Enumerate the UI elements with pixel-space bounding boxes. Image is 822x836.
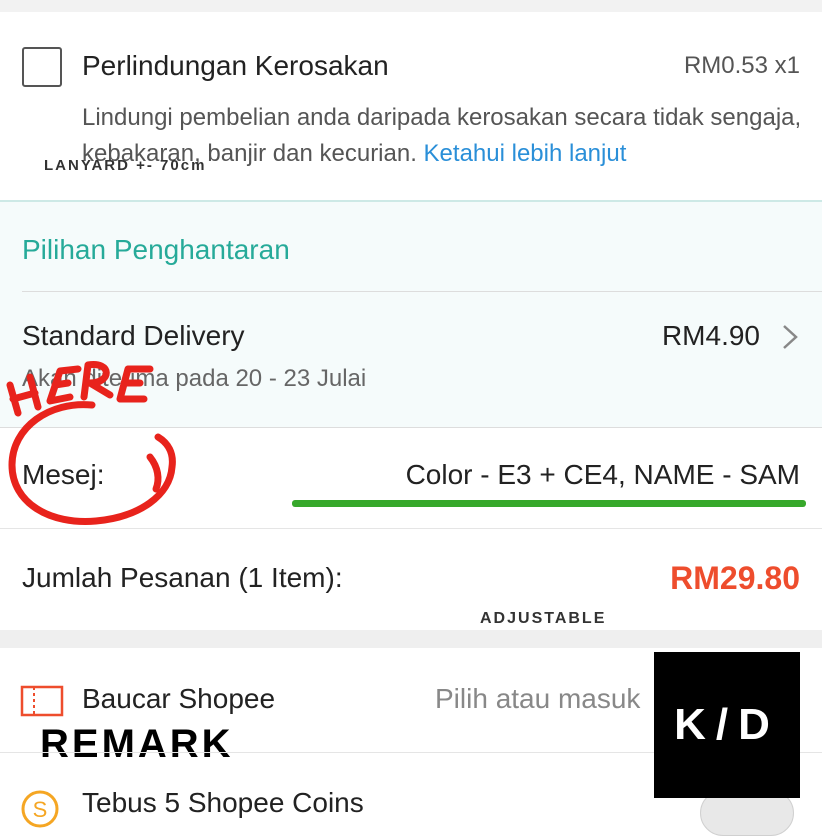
message-input[interactable]: Color - E3 + CE4, NAME - SAM [406, 459, 800, 491]
svg-text:S: S [33, 797, 48, 822]
learn-more-link[interactable]: Ketahui lebih lanjut [424, 140, 627, 167]
highlight-underline [292, 500, 806, 507]
voucher-icon [20, 685, 64, 717]
protection-price: RM0.53 x1 [683, 52, 800, 79]
coin-icon: S [21, 790, 59, 828]
kd-logo: K/D [654, 652, 800, 798]
logo-text: K/D [674, 700, 780, 749]
chevron-right-icon[interactable] [778, 322, 802, 352]
order-total-value: RM29.80 [670, 560, 800, 596]
shipping-section-title: Pilihan Penghantaran [22, 234, 290, 265]
protection-checkbox[interactable] [22, 47, 62, 87]
here-annotation [6, 361, 176, 525]
voucher-placeholder[interactable]: Pilih atau masuk [435, 683, 640, 715]
lanyard-overlay-text: LANYARD +- 70cm [44, 157, 207, 174]
remark-overlay-text: REMARK [40, 722, 234, 766]
adjustable-overlay-text: ADJUSTABLE [480, 610, 607, 627]
divider [22, 291, 822, 292]
shipping-option-name[interactable]: Standard Delivery [22, 320, 245, 352]
top-separator [0, 0, 822, 12]
protection-title: Perlindungan Kerosakan [82, 50, 389, 81]
shipping-price: RM4.90 [661, 320, 760, 351]
section-gap [0, 630, 822, 648]
order-total-label: Jumlah Pesanan (1 Item): [22, 562, 343, 593]
coins-label: Tebus 5 Shopee Coins [82, 787, 364, 818]
voucher-label[interactable]: Baucar Shopee [82, 683, 275, 715]
